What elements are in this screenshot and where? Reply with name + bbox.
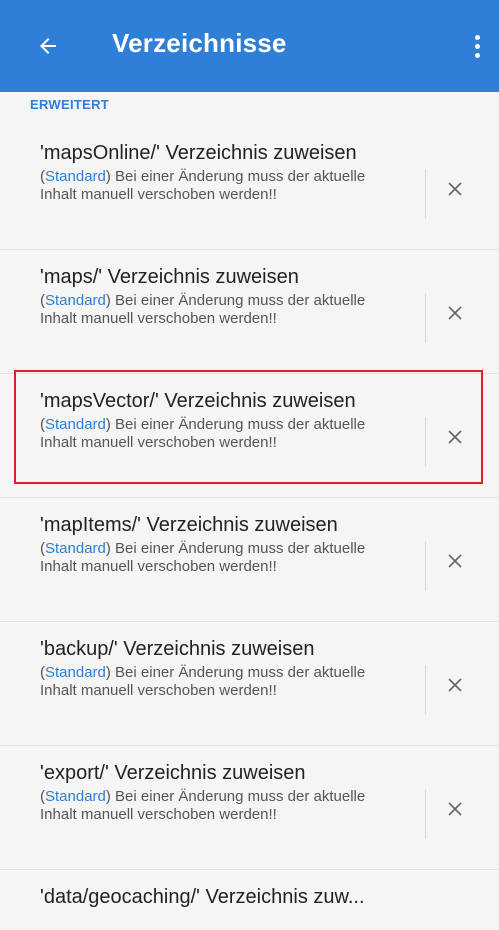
list-item[interactable]: 'maps/' Verzeichnis zuweisen (Standard) …	[0, 250, 499, 374]
item-title: 'mapsOnline/' Verzeichnis zuweisen	[40, 142, 357, 164]
item-description: (Standard) Bei einer Änderung muss der a…	[40, 788, 366, 823]
item-title: 'mapsVector/' Verzeichnis zuweisen	[40, 390, 356, 412]
divider	[425, 789, 426, 839]
clear-button[interactable]	[440, 298, 470, 328]
divider	[425, 665, 426, 715]
divider	[425, 541, 426, 591]
standard-label: Standard	[45, 788, 106, 805]
list-item[interactable]: 'mapsVector/' Verzeichnis zuweisen (Stan…	[0, 374, 499, 498]
divider	[425, 293, 426, 343]
close-icon	[448, 678, 462, 692]
directory-list: 'mapsOnline/' Verzeichnis zuweisen (Stan…	[0, 126, 499, 930]
page-title: Verzeichnisse	[112, 28, 287, 58]
close-icon	[448, 182, 462, 196]
overflow-menu-button[interactable]	[463, 24, 491, 68]
list-item[interactable]: 'data/geocaching/' Verzeichnis zuw...	[0, 870, 499, 930]
app-bar: Verzeichnisse	[0, 0, 499, 92]
standard-label: Standard	[45, 292, 106, 309]
standard-label: Standard	[45, 664, 106, 681]
list-item[interactable]: 'backup/' Verzeichnis zuweisen (Standard…	[0, 622, 499, 746]
item-description: (Standard) Bei einer Änderung muss der a…	[40, 416, 366, 451]
more-vert-icon	[474, 34, 480, 40]
close-icon	[448, 802, 462, 816]
close-icon	[448, 430, 462, 444]
divider	[425, 169, 426, 219]
item-description: (Standard) Bei einer Änderung muss der a…	[40, 292, 366, 327]
item-title: 'export/' Verzeichnis zuweisen	[40, 762, 306, 784]
clear-button[interactable]	[440, 422, 470, 452]
item-title: 'backup/' Verzeichnis zuweisen	[40, 638, 315, 660]
clear-button[interactable]	[440, 174, 470, 204]
standard-label: Standard	[45, 168, 106, 185]
clear-button[interactable]	[440, 546, 470, 576]
list-item[interactable]: 'mapsOnline/' Verzeichnis zuweisen (Stan…	[0, 126, 499, 250]
item-description: (Standard) Bei einer Änderung muss der a…	[40, 168, 366, 203]
item-description: (Standard) Bei einer Änderung muss der a…	[40, 540, 366, 575]
standard-label: Standard	[45, 540, 106, 557]
close-icon	[448, 554, 462, 568]
item-title: 'data/geocaching/' Verzeichnis zuw...	[40, 886, 365, 908]
clear-button[interactable]	[440, 670, 470, 700]
item-description: (Standard) Bei einer Änderung muss der a…	[40, 664, 366, 699]
item-title: 'maps/' Verzeichnis zuweisen	[40, 266, 299, 288]
item-title: 'mapItems/' Verzeichnis zuweisen	[40, 514, 338, 536]
standard-label: Standard	[45, 416, 106, 433]
list-item[interactable]: 'export/' Verzeichnis zuweisen (Standard…	[0, 746, 499, 870]
clear-button[interactable]	[440, 794, 470, 824]
divider	[425, 417, 426, 467]
arrow-left-icon	[40, 38, 56, 54]
back-button[interactable]	[26, 24, 70, 68]
close-icon	[448, 306, 462, 320]
section-header: ERWEITERT	[30, 97, 110, 112]
list-item[interactable]: 'mapItems/' Verzeichnis zuweisen (Standa…	[0, 498, 499, 622]
